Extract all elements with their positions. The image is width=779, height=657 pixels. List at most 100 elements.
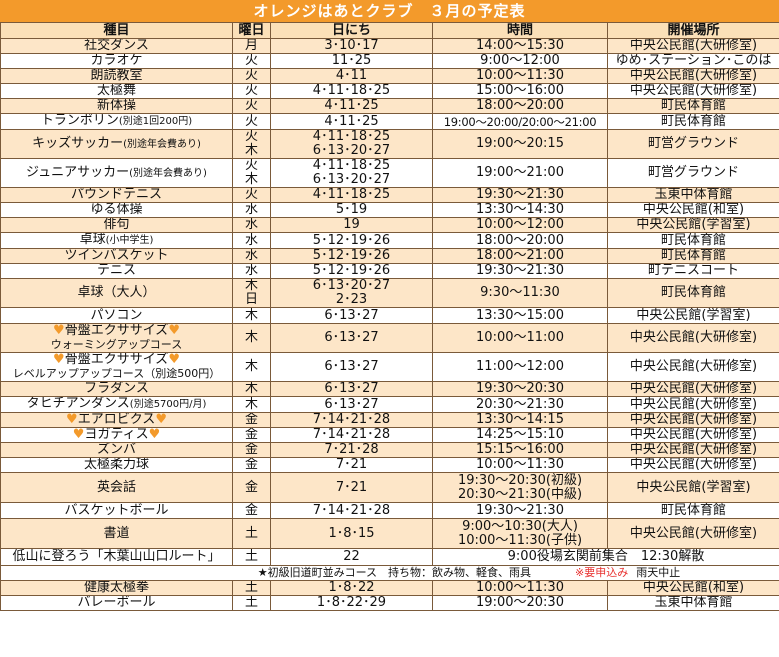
time: 18:00～20:00 — [476, 232, 564, 248]
table-row: 卓球（大人）木日 6･13･20･27 2･23 9:30～11:30 町民体育館 — [0, 278, 779, 308]
cell-dates: 4･11･25 — [270, 98, 433, 114]
cell-event: 俳句 — [0, 217, 233, 233]
cell-time: 19:00～20:30 — [432, 595, 608, 611]
table-row: ジュニアサッカー(別途年会費あり) 火木 4･11･18･25 6･13･20･27 1… — [0, 158, 779, 188]
heart-icon: ♥ — [168, 352, 180, 367]
event-name: 骨盤エクササイズ — [64, 352, 169, 367]
schedule-sheet: オレンジはあとクラブ ３月の予定表 種目 曜日 日にち 時間 開催場所 社交ダン… — [0, 0, 779, 657]
cell-time: 10:00～11:30 — [432, 457, 608, 473]
dates: 5･12･19･26 — [312, 232, 391, 248]
heart-icon: ♥ — [148, 427, 161, 442]
time: 18:00～20:00 — [476, 98, 564, 113]
table-row: 書道土 1･8･15 9:00～10:30(大人) 10:00～11:30(子供) 中央… — [0, 518, 779, 549]
event-name: ゆる体操 — [90, 202, 143, 217]
cell-place: 中央公民館(大研修室) — [607, 457, 779, 473]
cell-weekday: 火 — [232, 53, 271, 69]
cell-weekday: 火 — [232, 113, 271, 130]
cell-time: 9:00～10:30(大人) 10:00～11:30(子供) — [432, 518, 608, 549]
col-header-dates: 日にち — [270, 22, 433, 39]
cell-place: 中央公民館(大研修室) — [607, 396, 779, 413]
weekday: 木 — [244, 381, 258, 396]
cell-event: 健康太極拳 — [0, 580, 233, 596]
event-name: ツインバスケット — [64, 248, 169, 263]
time: 9:00～12:00 — [480, 53, 560, 68]
event-name: 俳句 — [103, 217, 130, 232]
cell-dates: 5･12･19･26 — [270, 263, 433, 279]
cell-dates: 11･25 — [270, 53, 433, 69]
hike-note-required: ※要申込み — [575, 566, 629, 580]
event-name: 太極舞 — [96, 83, 136, 98]
dates: 6･13･27 — [324, 396, 379, 412]
hike-note-rain: 雨天中止 — [636, 566, 681, 580]
cell-place: 中央公民館(大研修室) — [607, 352, 779, 382]
event-name: パウンドテニス — [70, 187, 162, 202]
time: 10:00～11:30 — [476, 457, 564, 472]
table-row: バレーボール 土 1･8･22･29 19:00～20:30 玉東中体育館 — [0, 595, 779, 611]
time: 19:00～20:15 — [476, 136, 564, 151]
cell-event: パソコン — [0, 307, 233, 324]
cell-dates: 5･19 — [270, 202, 433, 218]
event-name: 新体操 — [96, 98, 136, 113]
event-name: ヨガティス — [84, 427, 149, 442]
event-name: ズンバ — [96, 442, 136, 457]
schedule-body: 社交ダンス月 3･10･17 14:00～15:30 中央公民館(大研修室) カラオケ火… — [0, 38, 779, 611]
cell-event: バレーボール — [0, 595, 233, 611]
table-row: 太極舞 火 4･11･18･25 15:00～16:00 中央公民館(大研修室) — [0, 83, 779, 99]
table-row: ツインバスケット 水 5･12･19･26 18:00～21:00 町民体育館 — [0, 248, 779, 264]
table-row: パウンドテニス 火 4･11･18･25 19:30～21:30 玉東中体育館 — [0, 187, 779, 203]
weekday-2: 木 — [244, 172, 258, 187]
weekday: 金 — [244, 502, 258, 518]
time: 14:25～15:10 — [476, 427, 564, 442]
cell-place: 中央公民館(大研修室) — [607, 442, 779, 458]
time: 10:00～11:30 — [476, 580, 564, 595]
event-name: 英会話 — [96, 479, 136, 495]
weekday: 土 — [244, 595, 258, 610]
dates: 7･21 — [335, 479, 368, 495]
cell-place: 中央公民館(大研修室) — [607, 323, 779, 353]
cell-weekday: 水 — [232, 232, 271, 249]
cell-place: 町民体育館 — [607, 98, 779, 114]
event-name: パソコン — [90, 307, 143, 323]
time: 13:30～15:00 — [476, 307, 564, 323]
dates: 4･11 — [335, 68, 368, 83]
cell-event: バスケットボール — [0, 502, 233, 519]
cell-time: 19:00～20:15 — [432, 129, 608, 159]
cell-time: 10:00～12:00 — [432, 217, 608, 233]
hike-note-row: ★初級旧道町並みコース 持ち物：飲み物、軽食、雨具 ※要申込み 雨天中止 — [0, 565, 779, 581]
table-row: フラダンス 木 6･13･27 19:30～20:30 中央公民館(大研修室) — [0, 381, 779, 397]
time: 10:00～12:00 — [476, 217, 564, 232]
cell-place: 町営グラウンド — [607, 129, 779, 159]
event-name: カラオケ — [90, 53, 143, 68]
dates: 6･13･27 — [324, 307, 379, 323]
weekday-2: 日 — [244, 292, 258, 307]
heart-icon: ♥ — [53, 323, 65, 338]
col-header-event: 種目 — [0, 22, 233, 39]
weekday: 火 — [244, 187, 258, 202]
cell-event: パウンドテニス — [0, 187, 233, 203]
cell-time: 19:30～20:30(初級) 20:30～21:30(中級) — [432, 472, 608, 503]
cell-weekday: 月 — [232, 38, 271, 54]
weekday: 水 — [244, 263, 258, 278]
cell-time: 9:00～12:00 — [432, 53, 608, 69]
event-subtitle: レベルアップアップコース（別途500円） — [12, 367, 221, 380]
cell-weekday: 火 — [232, 83, 271, 99]
dates: 19 — [343, 217, 360, 232]
event-name: フラダンス — [84, 381, 149, 396]
table-row: 俳句 水 19 10:00～12:00 中央公民館(学習室) — [0, 217, 779, 233]
dates: 4･11･18･25 — [312, 187, 391, 202]
weekday: 木 — [244, 330, 258, 345]
event-name: 骨盤エクササイズ — [64, 323, 169, 338]
event-name: 書道 — [103, 525, 130, 541]
time: 10:00～11:00 — [476, 330, 564, 345]
event-name: 健康太極拳 — [83, 580, 149, 595]
cell-time: 11:00～12:00 — [432, 352, 608, 382]
table-row: ゆる体操 水 5･19 13:30～14:30 中央公民館(和室) — [0, 202, 779, 218]
cell-place: 玉東中体育館 — [607, 595, 779, 611]
dates: 6･13･27 — [324, 330, 379, 345]
weekday: 水 — [244, 232, 258, 248]
weekday: 土 — [244, 549, 258, 564]
cell-place: 中央公民館(大研修室) — [607, 412, 779, 428]
table-row: テニス 水 5･12･19･26 19:30～21:30 町テニスコート — [0, 263, 779, 279]
dates: 4･11･18･25 — [312, 158, 391, 173]
time: 19:00～21:00 — [476, 165, 564, 180]
